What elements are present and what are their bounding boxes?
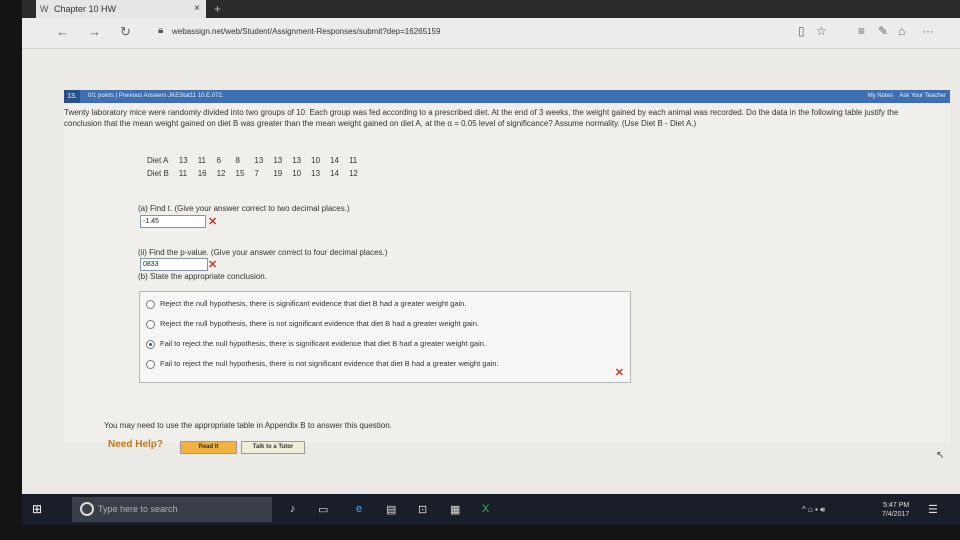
table-cell: 11 — [178, 169, 188, 178]
part-aii-prompt: (ii) Find the p-value. (Give your answer… — [138, 248, 388, 257]
table-cell: 12 — [348, 169, 358, 178]
share-icon[interactable]: ⌂ — [898, 24, 905, 38]
search-placeholder: Type here to search — [98, 504, 178, 514]
mouse-cursor-icon: ↖ — [936, 450, 945, 461]
table-cell: 12 — [216, 169, 226, 178]
back-arrow-icon[interactable]: ← — [56, 24, 69, 39]
ask-teacher-link[interactable]: Ask Your Teacher — [899, 93, 946, 99]
table-cell: 6 — [216, 156, 222, 165]
table-cell: 10 — [292, 169, 302, 178]
cortana-circle-icon — [80, 502, 94, 516]
clock-time: 5:47 PM — [883, 502, 910, 509]
question-number: 13. — [64, 90, 80, 103]
screen: W Chapter 10 HW × + ← → ↻ 🔒︎ webassign.n… — [22, 0, 960, 525]
row-label: Diet A — [147, 156, 169, 165]
webassign-favicon-icon: W — [40, 4, 49, 14]
app-icon[interactable]: ▦ — [450, 503, 460, 516]
appendix-note: You may need to use the appropriate tabl… — [104, 421, 392, 430]
need-help-label: Need Help? — [108, 439, 164, 450]
question-text: Twenty laboratory mice were randomly div… — [64, 108, 899, 128]
part-a-prompt: (a) Find t. (Give your answer correct to… — [138, 204, 350, 213]
table-cell: 11 — [348, 156, 358, 165]
table-row: Diet B 11 16 12 15 7 19 10 13 14 12 — [142, 167, 363, 180]
favorite-star-icon[interactable]: ☆ — [816, 24, 827, 38]
browser-nav-bar: ← → ↻ 🔒︎ webassign.net/web/Student/Assig… — [22, 18, 960, 49]
table-cell: 13 — [273, 156, 283, 165]
my-notes-link[interactable]: My Notes — [868, 93, 893, 99]
table-cell: 14 — [330, 169, 339, 178]
file-explorer-icon[interactable]: ▤ — [386, 503, 396, 516]
question-header: 13. 0/1 points | Previous Answers JKESta… — [64, 90, 950, 103]
forward-arrow-icon[interactable]: → — [88, 24, 101, 39]
table-cell: 13 — [178, 156, 188, 165]
table-cell: 16 — [197, 169, 207, 178]
table-cell: 13 — [311, 169, 321, 178]
web-note-icon[interactable]: ✎ — [878, 24, 888, 38]
radio-button-selected[interactable] — [146, 340, 155, 349]
table-cell: 19 — [273, 169, 283, 178]
table-cell: 10 — [311, 156, 321, 165]
radio-button[interactable] — [146, 360, 155, 369]
address-bar[interactable]: webassign.net/web/Student/Assignment-Res… — [172, 27, 440, 36]
task-view-icon[interactable]: ▭ — [318, 503, 328, 516]
radio-button[interactable] — [146, 300, 155, 309]
browser-tab-bar: W Chapter 10 HW × + — [22, 0, 960, 18]
taskbar-clock[interactable]: 5:47 PM 7/4/2017 — [882, 501, 909, 519]
part-b-prompt: (b) State the appropriate conclusion. — [138, 272, 267, 281]
notification-icon[interactable]: ☰ — [928, 503, 938, 516]
windows-taskbar: ⊞ Type here to search ♪ ▭ e ▤ ⊡ ▦ X ^ ⌂ … — [22, 494, 960, 525]
part-aii-answer-input[interactable]: 0833 — [140, 258, 208, 271]
table-cell: 13 — [254, 156, 264, 165]
clock-date: 7/4/2017 — [882, 511, 910, 518]
talk-to-tutor-button[interactable]: Talk to a Tutor — [241, 441, 305, 454]
incorrect-icon: ✕ — [208, 216, 218, 228]
edge-browser-icon[interactable]: e — [356, 503, 362, 515]
store-icon[interactable]: ⊡ — [418, 503, 427, 516]
refresh-icon[interactable]: ↻ — [120, 24, 131, 40]
question-header-links: My Notes Ask Your Teacher — [868, 90, 946, 103]
close-tab-icon[interactable]: × — [194, 0, 200, 18]
more-icon[interactable]: ··· — [922, 24, 934, 38]
diet-data-table: Diet A 13 11 6 8 13 13 13 10 14 11 Diet B 11 16 12 15 7 1… — [142, 154, 363, 180]
table-cell: 7 — [254, 169, 259, 178]
table-cell: 14 — [330, 156, 339, 165]
reading-view-icon[interactable]: ▯ — [798, 24, 805, 38]
page-content: 13. 0/1 points | Previous Answers JKESta… — [22, 49, 960, 494]
table-cell: 15 — [235, 169, 245, 178]
question-info: 0/1 points | Previous Answers JKEStat11 … — [88, 93, 224, 99]
read-it-button[interactable]: Read It — [180, 441, 237, 454]
table-cell: 11 — [197, 156, 207, 165]
system-tray-icons[interactable]: ^ ⌂ ▪ 🔊︎ — [802, 505, 825, 515]
browser-tab[interactable]: W Chapter 10 HW × — [36, 0, 206, 18]
incorrect-icon: ✕ — [614, 367, 624, 379]
part-a-answer-input[interactable]: -1.45 — [140, 215, 206, 228]
tab-title: Chapter 10 HW — [54, 4, 117, 14]
table-cell: 13 — [292, 156, 302, 165]
new-tab-button[interactable]: + — [214, 0, 221, 18]
lock-icon: 🔒︎ — [158, 25, 164, 36]
table-row: Diet A 13 11 6 8 13 13 13 10 14 11 — [142, 154, 363, 167]
table-cell: 8 — [235, 156, 240, 165]
incorrect-icon: ✕ — [208, 259, 218, 271]
hub-icon[interactable]: ≡ — [858, 24, 865, 38]
radio-button[interactable] — [146, 320, 155, 329]
row-label: Diet B — [147, 169, 169, 178]
taskbar-search-box[interactable]: Type here to search — [72, 497, 272, 522]
windows-start-icon[interactable]: ⊞ — [32, 502, 42, 516]
conclusion-options: Reject the null hypothesis, there is sig… — [139, 291, 631, 383]
excel-icon[interactable]: X — [482, 503, 489, 515]
microphone-icon[interactable]: ♪ — [290, 503, 296, 515]
